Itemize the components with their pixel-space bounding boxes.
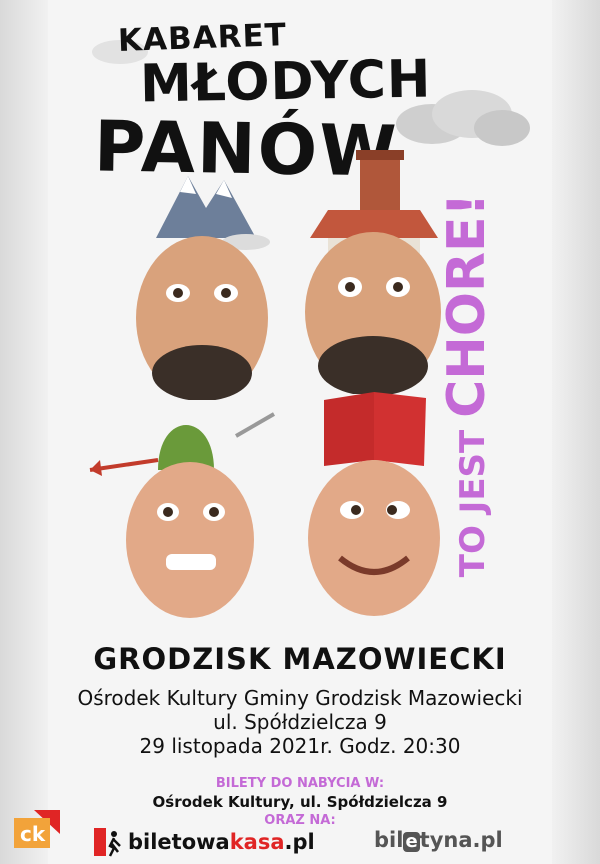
face-house-illustration xyxy=(305,150,441,394)
face-cactus-illustration xyxy=(89,412,276,618)
biletyna-part2: tyna.pl xyxy=(419,828,503,852)
biletowakasa-logo[interactable]: biletowakasa.pl xyxy=(92,826,315,858)
biletyna-logo[interactable]: bil etyna.pl xyxy=(374,828,503,852)
biletyna-part1: bil xyxy=(374,828,404,852)
biletowakasa-part1: biletowa xyxy=(128,830,230,854)
slogan-prefix: TO JEST xyxy=(453,417,493,578)
slogan-highlight: CHORE! xyxy=(437,192,497,418)
face-mountain-illustration xyxy=(136,176,270,400)
ticket-person-icon xyxy=(94,828,121,857)
ck-logo-icon: ck xyxy=(14,810,60,848)
title-mlodych: MŁODYCH xyxy=(139,49,432,115)
ck-logo-text: ck xyxy=(20,822,46,846)
event-city: GRODZISK MAZOWIECKI xyxy=(93,642,507,676)
face-book-illustration xyxy=(308,392,440,616)
tickets-place: Ośrodek Kultury, ul. Spółdzielcza 9 xyxy=(152,793,448,811)
event-venue: Ośrodek Kultury Gminy Grodzisk Mazowieck… xyxy=(77,686,523,710)
tickets-heading: BILETY DO NABYCIA W: xyxy=(215,776,385,791)
biletowakasa-text: biletowakasa.pl xyxy=(128,830,315,854)
biletyna-box: e xyxy=(403,831,420,852)
event-street: ul. Spółdzielcza 9 xyxy=(213,710,387,734)
biletowakasa-suffix: .pl xyxy=(284,830,315,854)
event-datetime: 29 listopada 2021r. Godz. 20:30 xyxy=(139,734,461,758)
slogan-vertical: TO JEST CHORE! xyxy=(437,193,497,578)
biletowakasa-part2: kasa xyxy=(229,830,285,854)
